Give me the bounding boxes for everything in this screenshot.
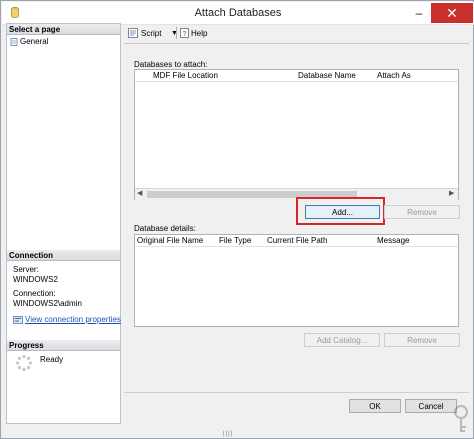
header-divider [135, 246, 458, 247]
column-header-file-type[interactable]: File Type [219, 235, 251, 246]
column-header-attach-as[interactable]: Attach As [377, 70, 411, 81]
add-catalog-button[interactable]: Add Catalog... [304, 333, 380, 347]
view-connection-properties-label: View connection properties [25, 315, 121, 324]
connection-header: Connection [7, 250, 120, 261]
server-value: WINDOWS2 [13, 274, 58, 284]
database-details-grid[interactable]: Original File Name File Type Current Fil… [134, 234, 459, 327]
left-pane: Select a page General Connection Server:… [6, 23, 121, 424]
remove-details-button[interactable]: Remove [384, 333, 460, 347]
ok-button[interactable]: OK [349, 399, 401, 413]
help-label: Help [191, 29, 208, 38]
column-header-mdf-file-location[interactable]: MDF File Location [153, 70, 218, 81]
column-header-current-file-path[interactable]: Current File Path [267, 235, 327, 246]
connection-value: WINDOWS2\admin [13, 298, 82, 308]
resize-grip-icon[interactable]: |||| [223, 431, 233, 437]
progress-status: Ready [40, 355, 64, 364]
scroll-right-icon[interactable]: ▶ [449, 189, 454, 197]
connection-properties-icon [13, 316, 23, 324]
footer-divider [124, 392, 469, 393]
minimize-button[interactable]: – [408, 3, 430, 23]
spinner-icon [15, 354, 33, 372]
toolbar-divider [124, 43, 469, 44]
page-icon [10, 38, 18, 46]
add-button[interactable]: Add... [305, 205, 380, 219]
server-label: Server: [13, 265, 39, 274]
cancel-button[interactable]: Cancel [405, 399, 457, 413]
svg-text:?: ? [183, 31, 187, 38]
progress-header: Progress [7, 340, 120, 351]
key-watermark-icon [454, 405, 468, 432]
page-item-general[interactable]: General [10, 37, 110, 47]
connection-info: Server: WINDOWS2 Connection: WINDOWS2\ad… [13, 265, 118, 308]
database-details-label: Database details: [134, 224, 196, 233]
column-header-message[interactable]: Message [377, 235, 409, 246]
column-header-database-name[interactable]: Database Name [298, 70, 356, 81]
view-connection-properties-link[interactable]: View connection properties [13, 314, 121, 326]
databases-to-attach-label: Databases to attach: [134, 60, 208, 69]
databases-to-attach-grid[interactable]: MDF File Location Database Name Attach A… [134, 69, 459, 200]
window-title: Attach Databases [194, 7, 282, 19]
close-button[interactable]: ✕ [431, 3, 473, 23]
connection-label: Connection: [13, 289, 56, 298]
title-bar: Attach Databases – ✕ [2, 2, 474, 25]
toolbar: Script ▼ ? Help [124, 24, 469, 42]
script-label: Script [141, 29, 162, 38]
select-page-header: Select a page [7, 24, 120, 35]
scroll-left-icon[interactable]: ◀ [137, 189, 142, 197]
script-icon [128, 28, 138, 38]
toolbar-separator [176, 27, 177, 39]
page-item-label: General [20, 37, 49, 46]
remove-attach-button[interactable]: Remove [384, 205, 460, 219]
column-header-original-file-name[interactable]: Original File Name [137, 235, 203, 246]
help-icon: ? [180, 28, 189, 38]
header-divider [135, 81, 458, 82]
